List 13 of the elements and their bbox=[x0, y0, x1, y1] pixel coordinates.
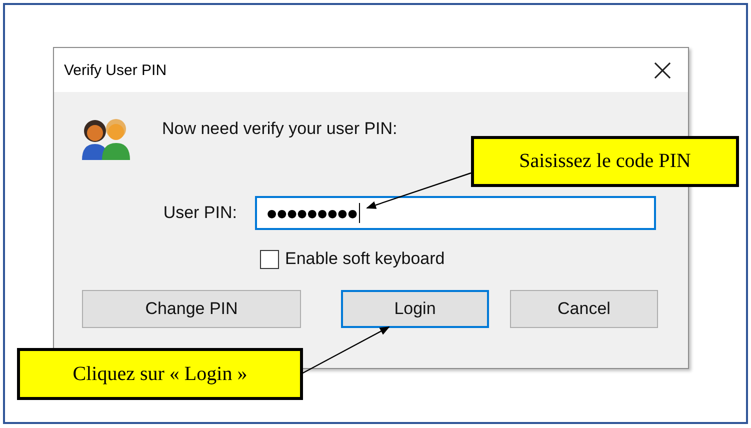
window-title: Verify User PIN bbox=[64, 62, 167, 78]
checkbox[interactable] bbox=[260, 250, 279, 268]
dialog-button[interactable]: Cancel bbox=[510, 290, 658, 328]
dialog-button[interactable]: Login bbox=[341, 290, 489, 328]
callout-note: Cliquez sur « Login » bbox=[17, 348, 303, 400]
close-icon[interactable] bbox=[654, 62, 671, 78]
pin-field[interactable]: ●●●●●●●●● bbox=[255, 196, 656, 230]
field-label: User PIN: bbox=[162, 203, 237, 223]
users-icon bbox=[80, 116, 132, 162]
checkbox-label: Enable soft keyboard bbox=[285, 249, 445, 269]
dialog-button[interactable]: Change PIN bbox=[82, 290, 301, 328]
callout-note: Saisissez le code PIN bbox=[471, 136, 739, 187]
message-text: Now need verify your user PIN: bbox=[162, 119, 398, 139]
